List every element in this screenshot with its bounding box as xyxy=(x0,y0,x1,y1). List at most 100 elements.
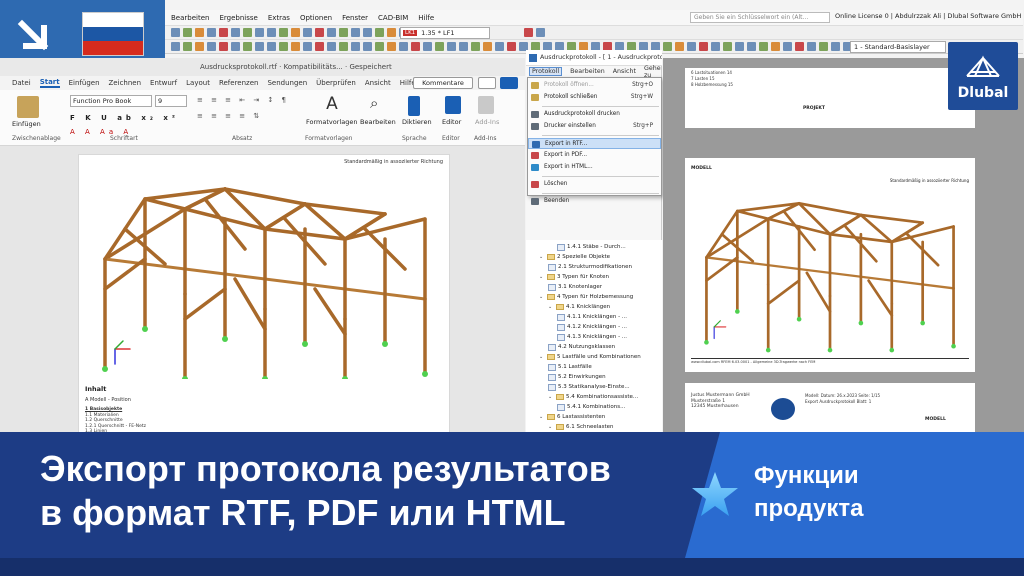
chevron-down-icon[interactable]: ⌄ xyxy=(548,392,554,402)
menu-item[interactable]: Protokoll öffnen... Strg+O xyxy=(528,80,661,91)
toolbar-button[interactable] xyxy=(783,42,792,51)
rfem-menu-item[interactable]: Optionen xyxy=(300,14,332,22)
styles-icon[interactable]: A xyxy=(320,94,344,116)
toolbar-button[interactable] xyxy=(435,42,444,51)
toolbar-button[interactable] xyxy=(483,42,492,51)
tree-item[interactable]: ⌄ 6.1 Schneelasten xyxy=(548,422,614,432)
tree-item[interactable]: 4.1.1 Knicklängen - ... xyxy=(557,312,627,322)
toolbar-button[interactable] xyxy=(831,42,840,51)
toolbar-button[interactable] xyxy=(315,42,324,51)
word-tab[interactable]: Entwurf xyxy=(150,79,177,87)
word-tab[interactable]: Referenzen xyxy=(219,79,259,87)
editor-button[interactable]: Editor xyxy=(442,118,461,126)
font-size-select[interactable]: 9 xyxy=(155,95,187,107)
toolbar-button[interactable] xyxy=(243,28,252,37)
addins-icon[interactable] xyxy=(478,96,494,114)
toolbar-button[interactable] xyxy=(183,28,192,37)
toolbar-button[interactable] xyxy=(807,42,816,51)
tree-item[interactable]: ⌄ 4.1 Knicklängen xyxy=(548,302,610,312)
toolbar-button[interactable] xyxy=(663,42,672,51)
addins-button[interactable]: Add-Ins xyxy=(475,118,499,126)
tree-item[interactable]: 2.1 Strukturmodifikationen xyxy=(548,262,632,272)
paste-icon[interactable] xyxy=(17,96,39,118)
toolbar-button[interactable] xyxy=(171,42,180,51)
toolbar-button[interactable] xyxy=(291,42,300,51)
tree-item[interactable]: 3.1 Knotenlager xyxy=(548,282,602,292)
toolbar-button[interactable] xyxy=(171,28,180,37)
toolbar-button[interactable] xyxy=(423,42,432,51)
editor-icon[interactable] xyxy=(445,96,461,114)
chevron-down-icon[interactable]: ⌄ xyxy=(539,272,545,282)
chevron-down-icon[interactable]: ⌄ xyxy=(539,252,545,262)
chevron-down-icon[interactable]: ⌄ xyxy=(539,412,545,422)
menu-item[interactable]: Export in PDF... xyxy=(528,150,661,161)
tree-item[interactable]: ⌄ 3 Typen für Knoten xyxy=(539,272,609,282)
chevron-down-icon[interactable]: ⌄ xyxy=(539,352,545,362)
tree-item[interactable]: ⌄ 5.4 Kombinationsassiste... xyxy=(548,392,638,402)
word-tab[interactable]: Einfügen xyxy=(69,79,100,87)
menu-item[interactable]: Löschen xyxy=(528,179,661,190)
toolbar-button[interactable] xyxy=(207,28,216,37)
rfem-menu-item[interactable]: Ergebnisse xyxy=(219,14,257,22)
toolbar-button[interactable] xyxy=(399,42,408,51)
styles-button[interactable]: Formatvorlagen xyxy=(306,118,357,126)
toolbar-button[interactable] xyxy=(447,42,456,51)
rfem-search-input[interactable]: Geben Sie ein Schlüsselwort ein (Alt... xyxy=(690,12,830,23)
tree-item[interactable]: 5.3 Statikanalyse-Einste... xyxy=(548,382,630,392)
toolbar-button[interactable] xyxy=(387,28,396,37)
paragraph-buttons-row2[interactable]: ≡ ≡ ≡ ≡ ⇅ xyxy=(197,112,262,120)
paragraph-buttons-row1[interactable]: ≡ ≡ ≡ ⇤ ⇥ ↕ ¶ xyxy=(197,96,289,104)
layer-select[interactable]: 1 - Standard-Basislayer xyxy=(850,41,946,53)
toolbar-button[interactable] xyxy=(303,28,312,37)
toolbar-button[interactable] xyxy=(795,42,804,51)
toolbar-button[interactable] xyxy=(315,28,324,37)
comments-button[interactable]: Kommentare xyxy=(413,77,473,89)
toolbar-button[interactable] xyxy=(524,28,533,37)
document-page[interactable]: Standardmäßig in assoziierter Richtung I… xyxy=(78,154,450,454)
toolbar-button[interactable] xyxy=(339,42,348,51)
report-menu-item[interactable]: Bearbeiten xyxy=(570,68,605,75)
toolbar-button[interactable] xyxy=(219,28,228,37)
toolbar-button[interactable] xyxy=(231,28,240,37)
toolbar-button[interactable] xyxy=(303,42,312,51)
toolbar-button[interactable] xyxy=(231,42,240,51)
word-tab[interactable]: Ansicht xyxy=(365,79,391,87)
toolbar-button[interactable] xyxy=(507,42,516,51)
share-button[interactable] xyxy=(500,77,518,89)
tree-item[interactable]: ⌄ 4 Typen für Holzbemessung xyxy=(539,292,633,302)
toolbar-button[interactable] xyxy=(375,42,384,51)
word-tab[interactable]: Sendungen xyxy=(267,79,307,87)
toolbar-button[interactable] xyxy=(183,42,192,51)
toolbar-button[interactable] xyxy=(327,42,336,51)
toolbar-button[interactable] xyxy=(471,42,480,51)
toolbar-button[interactable] xyxy=(195,28,204,37)
toolbar-button[interactable] xyxy=(699,42,708,51)
toolbar-button[interactable] xyxy=(243,42,252,51)
paste-label[interactable]: Einfügen xyxy=(12,120,41,128)
toolbar-button[interactable] xyxy=(735,42,744,51)
menu-item[interactable]: Beenden xyxy=(528,196,661,207)
tree-item[interactable]: 5.2 Einwirkungen xyxy=(548,372,606,382)
rfem-menu-item[interactable]: Hilfe xyxy=(418,14,434,22)
toolbar-button[interactable] xyxy=(363,28,372,37)
toolbar-button[interactable] xyxy=(219,42,228,51)
text-format-buttons[interactable]: F K U ab x₂ x² xyxy=(70,114,179,122)
chevron-down-icon[interactable]: ⌄ xyxy=(548,302,554,312)
toolbar-button[interactable] xyxy=(819,42,828,51)
toolbar-button[interactable] xyxy=(495,42,504,51)
search-icon[interactable]: ⌕ xyxy=(370,94,390,116)
tree-item[interactable]: 5.4.1 Kombinations... xyxy=(557,402,625,412)
rfem-menu-item[interactable]: Bearbeiten xyxy=(171,14,209,22)
toolbar-button[interactable] xyxy=(375,28,384,37)
toolbar-button[interactable] xyxy=(459,42,468,51)
toolbar-button[interactable] xyxy=(771,42,780,51)
report-menu-item[interactable]: Protokoll xyxy=(529,67,563,76)
toolbar-button[interactable] xyxy=(267,28,276,37)
edit-button[interactable]: Bearbeiten xyxy=(360,118,396,126)
dictate-button[interactable]: Diktieren xyxy=(402,118,432,126)
chevron-down-icon[interactable]: ⌄ xyxy=(539,292,545,302)
toolbar-button[interactable] xyxy=(255,28,264,37)
toolbar-button[interactable] xyxy=(207,42,216,51)
word-tab[interactable]: Datei xyxy=(12,79,31,87)
toolbar-button[interactable] xyxy=(387,42,396,51)
